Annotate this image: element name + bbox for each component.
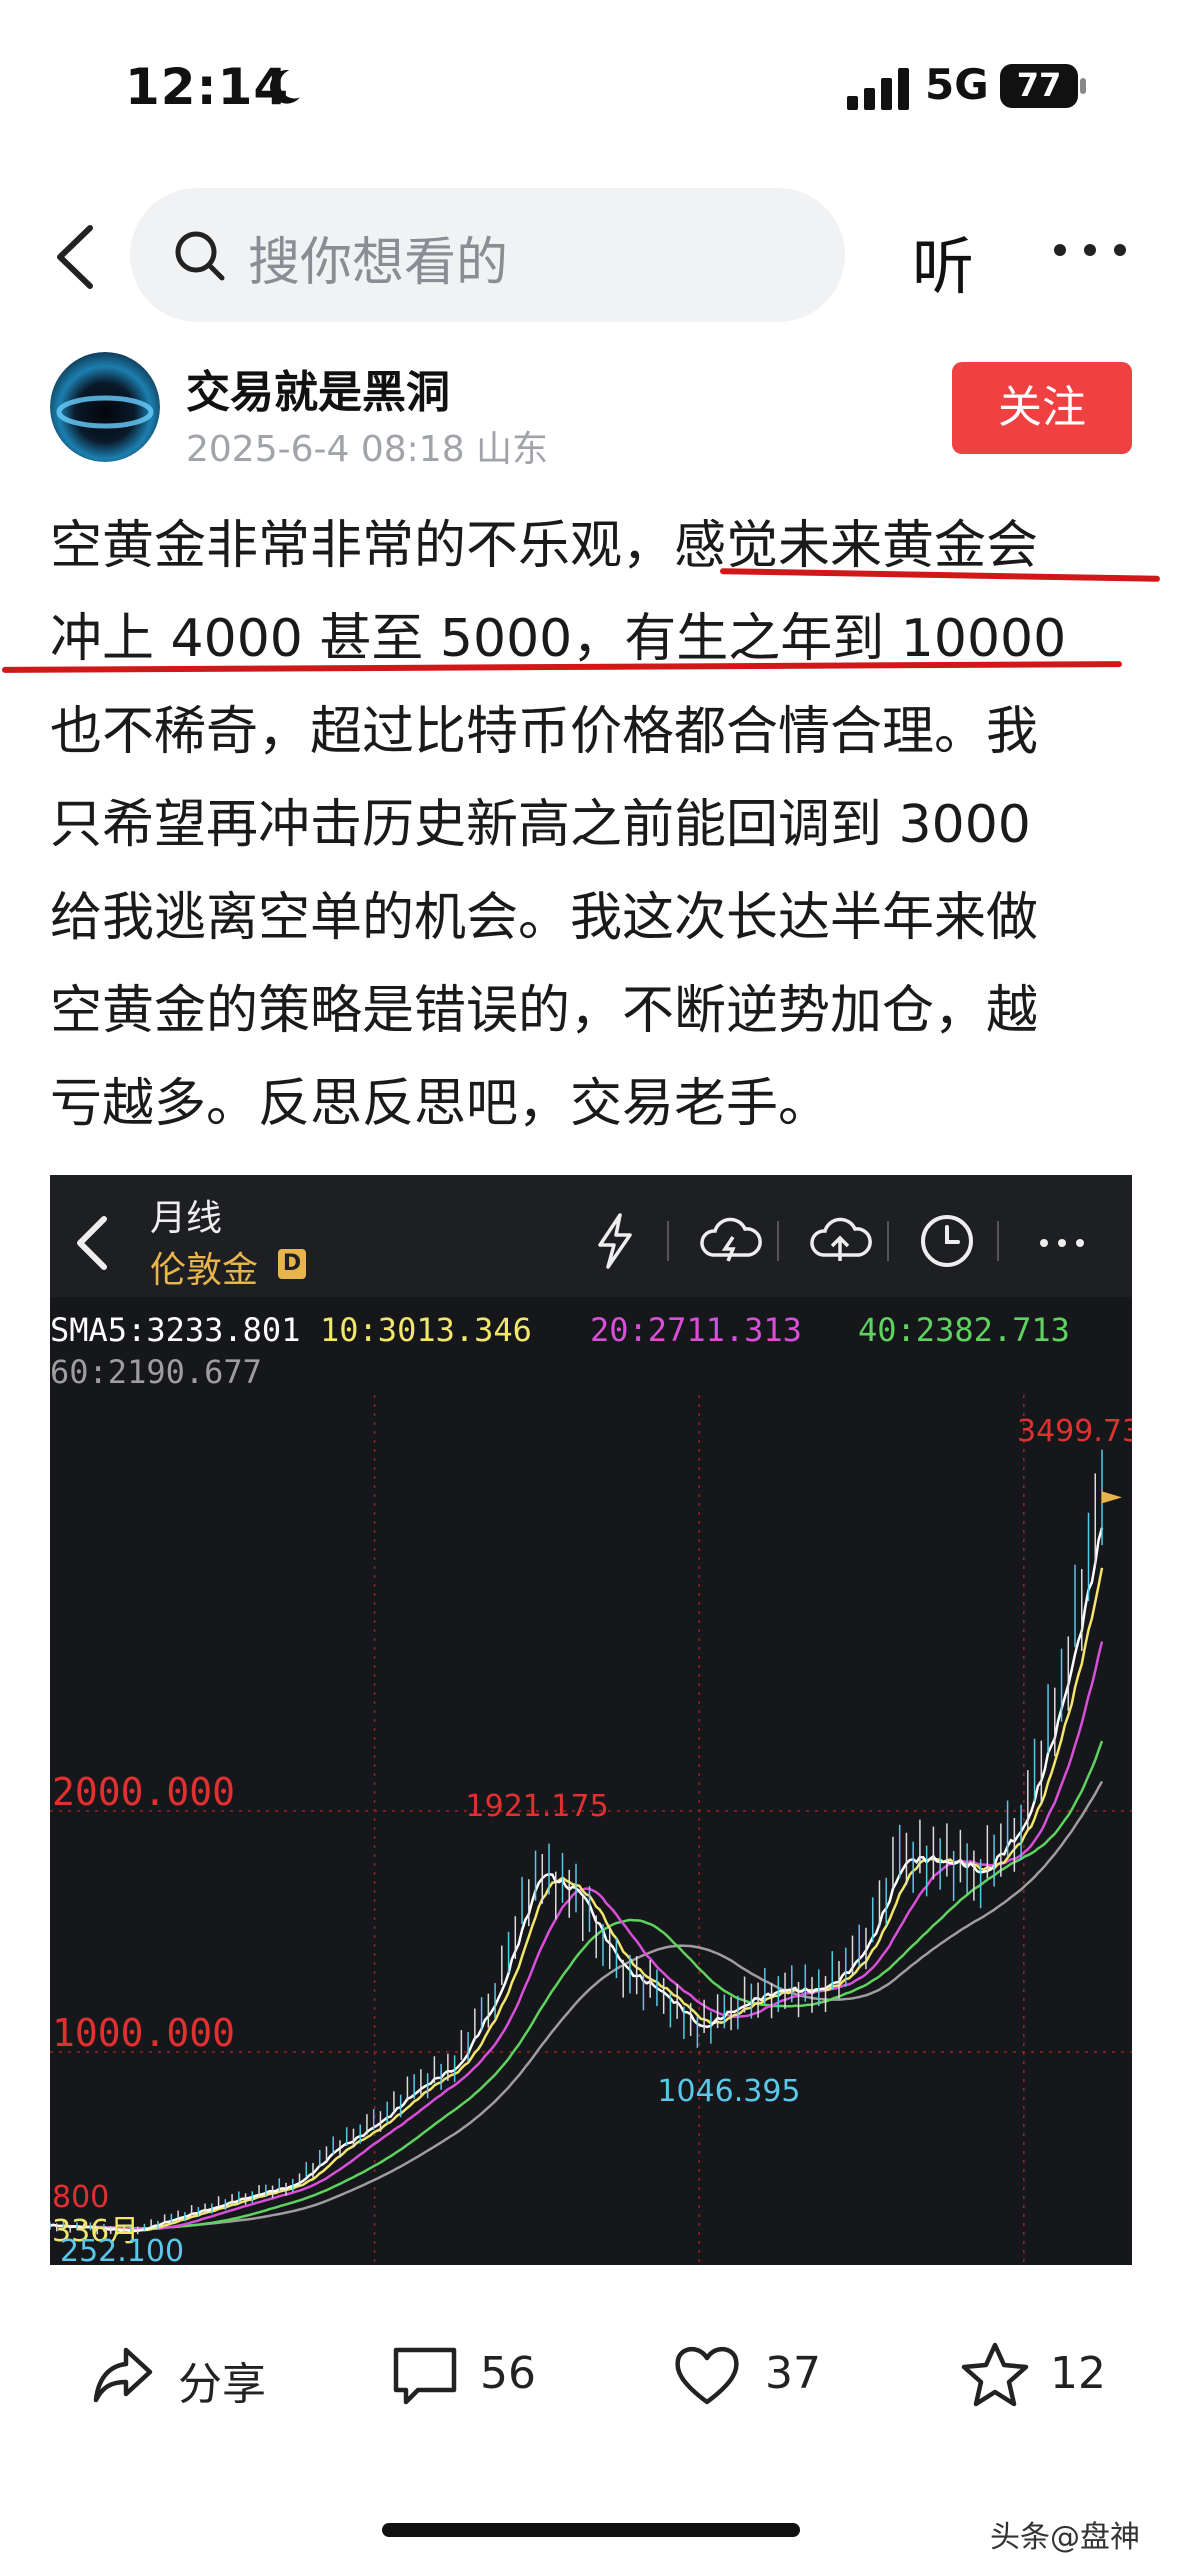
y-tick-label: 2000.000	[52, 1770, 235, 1814]
annotation-left-c: 252.100	[60, 2234, 184, 2265]
ma20-label: 20:2711.313	[590, 1311, 802, 1349]
article-text-highlight: 感觉未来黄金会	[674, 516, 1039, 576]
chart-image[interactable]: 月线 伦敦金 D SMA5:3233.801 10:3013.346 20:27…	[50, 1175, 1132, 2265]
ma20-line	[50, 1641, 1104, 2231]
article-text: 空黄金非常非常的不乐观，	[50, 516, 675, 576]
annotation-high: 3499.730	[1017, 1414, 1132, 1449]
chart-period: 月线	[150, 1198, 223, 1239]
home-indicator	[382, 2523, 800, 2537]
cloud-lightning-icon	[700, 1217, 762, 1262]
avatar[interactable]	[50, 352, 160, 462]
like-heart-icon[interactable]	[672, 2340, 742, 2410]
lightning-icon	[598, 1213, 632, 1269]
ma60-label: 60:2190.677	[50, 1353, 262, 1391]
post-meta: 2025-6-4 08:18 山东	[186, 429, 549, 470]
favorite-count[interactable]: 12	[1050, 2348, 1106, 2399]
author-name[interactable]: 交易就是黑洞	[186, 356, 450, 420]
chart-badge: D	[278, 1249, 306, 1279]
more-icon[interactable]	[1050, 240, 1130, 260]
ma5-label: SMA5:3233.801	[50, 1311, 301, 1349]
search-placeholder: 搜你想看的	[248, 233, 509, 293]
like-count[interactable]: 37	[765, 2348, 821, 2399]
back-icon[interactable]	[50, 222, 100, 292]
favorite-star-icon[interactable]	[960, 2340, 1030, 2410]
article-line-7: 亏越多。反思反思吧，交易老手。	[50, 1074, 831, 1134]
last-price-marker	[1102, 1491, 1122, 1504]
price-chart: 2000.000 1000.000 3499.730 1921.175 1046.395…	[50, 1395, 1132, 2265]
moon-icon	[270, 70, 300, 104]
follow-button[interactable]: 关注	[952, 362, 1132, 454]
chart-more-icon	[1040, 1239, 1084, 1247]
listen-button[interactable]: 听	[912, 216, 974, 306]
share-icon[interactable]	[88, 2340, 158, 2410]
cellular-signal-icon	[847, 68, 909, 110]
share-label[interactable]: 分享	[178, 2348, 266, 2412]
battery-level: 77	[1016, 66, 1062, 104]
clock-icon	[921, 1215, 973, 1267]
annotation-left-a: 800	[52, 2180, 109, 2215]
article-line-4: 只希望再冲击历史新高之前能回调到 3000	[50, 795, 1031, 855]
comment-count[interactable]: 56	[480, 2348, 536, 2399]
annotation-peak: 1921.175	[466, 1789, 609, 1824]
ma60-line	[50, 1780, 1104, 2230]
article-line-3: 也不稀奇，超过比特币价格都合情合理。我	[50, 702, 1039, 762]
network-type: 5G	[925, 60, 989, 109]
comment-icon[interactable]	[390, 2340, 460, 2410]
watermark: 头条@盘神	[990, 2520, 1140, 2555]
search-icon	[175, 231, 225, 281]
y-tick-label: 1000.000	[52, 2011, 235, 2055]
ma10-label: 10:3013.346	[320, 1311, 532, 1349]
chart-back-icon	[77, 1216, 107, 1270]
article-line-6: 空黄金的策略是错误的，不断逆势加仓，越	[50, 981, 1039, 1041]
battery-icon: 77	[1000, 64, 1088, 108]
cloud-upload-icon	[810, 1217, 872, 1261]
article-line-5: 给我逃离空单的机会。我这次长达半年来做	[50, 888, 1039, 948]
article-line-2: 冲上 4000 甚至 5000，有生之年到 10000	[50, 609, 1067, 669]
chart-instrument: 伦敦金	[150, 1250, 259, 1291]
article-line-1: 空黄金非常非常的不乐观，感觉未来黄金会	[50, 500, 1140, 593]
ma40-label: 40:2382.713	[858, 1311, 1070, 1349]
annotation-trough: 1046.395	[657, 2074, 800, 2109]
